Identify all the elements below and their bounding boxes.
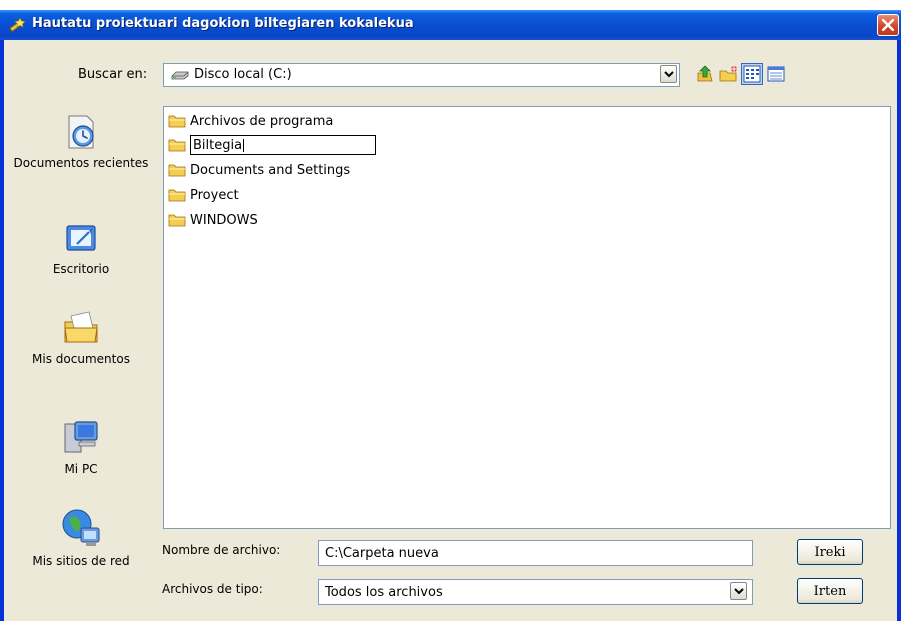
filetype-value: Todos los archivos <box>325 585 443 600</box>
place-label: Escritorio <box>52 262 110 276</box>
up-folder-icon <box>697 65 713 82</box>
folder-name: Proyect <box>190 187 239 203</box>
close-icon <box>882 19 894 31</box>
place-label: Mis sitios de red <box>32 554 130 568</box>
folder-name: Biltegia <box>193 137 243 153</box>
view-details-icon <box>767 66 785 82</box>
list-item[interactable]: Biltegia <box>168 135 376 155</box>
place-label: Documentos recientes <box>13 156 149 170</box>
desktop-icon <box>66 225 96 251</box>
look-in-dropdown-button[interactable] <box>660 65 677 83</box>
look-in-combo[interactable]: Disco local (C:) <box>163 63 680 87</box>
place-recent-documents[interactable]: Documentos recientes <box>6 112 156 171</box>
folder-name: Documents and Settings <box>190 162 351 178</box>
view-list-icon <box>743 65 761 83</box>
recent-documents-icon <box>68 115 94 149</box>
filename-label: Nombre de archivo: <box>162 543 281 557</box>
filename-input[interactable]: C:\Carpeta nueva <box>318 540 753 566</box>
folder-name: WINDOWS <box>190 212 258 228</box>
my-computer-icon <box>64 421 98 453</box>
folder-icon <box>168 189 186 202</box>
text-caret <box>243 138 245 152</box>
place-my-computer[interactable]: Mi PC <box>6 418 156 477</box>
window-title: Hautatu proiektuari dagokion biltegiaren… <box>32 16 414 31</box>
filetype-combo[interactable]: Todos los archivos <box>318 579 753 605</box>
chevron-down-icon <box>664 71 674 78</box>
folder-icon <box>168 139 186 152</box>
new-folder-icon <box>719 66 737 82</box>
view-list-button[interactable] <box>741 63 763 85</box>
my-documents-icon <box>64 311 98 343</box>
place-desktop[interactable]: Escritorio <box>6 218 156 277</box>
chevron-down-icon <box>734 588 744 595</box>
up-folder-button[interactable] <box>694 63 716 85</box>
list-item[interactable]: WINDOWS <box>168 210 258 230</box>
places-bar: Documentos recientes Escritorio Mis docu… <box>6 106 156 611</box>
place-network[interactable]: Mis sitios de red <box>6 506 156 569</box>
filetype-label: Archivos de tipo: <box>162 582 263 596</box>
network-places-icon <box>62 509 100 546</box>
look-in-value: Disco local (C:) <box>194 67 292 82</box>
open-button[interactable]: Ireki <box>797 539 863 565</box>
cancel-button[interactable]: Irten <box>797 578 863 604</box>
title-bar[interactable]: Hautatu proiektuari dagokion biltegiaren… <box>0 10 901 40</box>
folder-icon <box>168 164 186 177</box>
look-in-label: Buscar en: <box>78 67 148 82</box>
folder-icon <box>168 115 186 128</box>
place-label: Mi PC <box>64 462 98 476</box>
close-button[interactable] <box>877 14 899 36</box>
place-my-documents[interactable]: Mis documentos <box>6 308 156 367</box>
wand-icon <box>8 16 26 34</box>
list-item[interactable]: Documents and Settings <box>168 160 350 180</box>
view-details-button[interactable] <box>765 63 787 85</box>
rename-field[interactable]: Biltegia <box>190 135 376 155</box>
new-folder-button[interactable] <box>718 63 740 85</box>
folder-icon <box>168 214 186 227</box>
file-list[interactable]: Archivos de programa Biltegia Documents … <box>163 106 891 529</box>
list-item[interactable]: Archivos de programa <box>168 111 333 131</box>
drive-icon <box>170 67 190 87</box>
list-item[interactable]: Proyect <box>168 185 239 205</box>
filetype-dropdown-button[interactable] <box>730 582 747 600</box>
folder-name: Archivos de programa <box>190 113 334 129</box>
place-label: Mis documentos <box>32 352 130 366</box>
